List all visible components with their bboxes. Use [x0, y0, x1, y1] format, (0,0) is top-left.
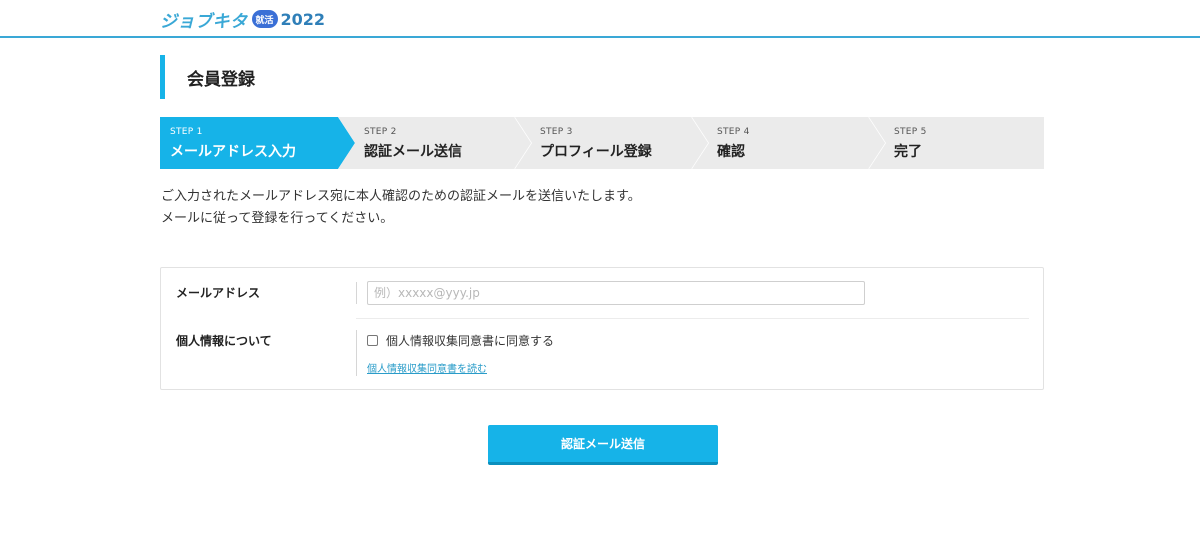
step-1-number: STEP 1 — [170, 127, 203, 137]
email-label: メールアドレス — [176, 286, 261, 300]
step-5-number: STEP 5 — [894, 127, 927, 137]
site-logo[interactable]: ジョブキタ 就活 2022 — [160, 8, 326, 32]
description: ご入力されたメールアドレス宛に本人確認のための認証メールを送信いたします。 メー… — [161, 186, 1045, 230]
step-3-number: STEP 3 — [540, 127, 573, 137]
privacy-row-separator — [356, 330, 357, 376]
step-1-label: メールアドレス入力 — [170, 144, 296, 160]
email-input[interactable] — [367, 281, 865, 305]
send-verification-email-button[interactable]: 認証メール送信 — [488, 425, 718, 465]
email-row-separator — [356, 282, 357, 304]
step-2-label: 認証メール送信 — [364, 144, 462, 160]
form-row-divider — [356, 318, 1029, 319]
registration-form: メールアドレス 個人情報について 個人情報収集同意書に同意する 個人情報収集同意… — [160, 267, 1044, 390]
privacy-label: 個人情報について — [176, 334, 272, 348]
description-line-2: メールに従って登録を行ってください。 — [161, 211, 394, 226]
site-header: ジョブキタ 就活 2022 — [0, 0, 1200, 38]
step-5: STEP 5 完了 — [869, 117, 1044, 169]
logo-year: 2022 — [280, 9, 326, 29]
step-2: STEP 2 認証メール送信 — [338, 117, 533, 169]
step-4-label: 確認 — [717, 144, 745, 160]
step-5-label: 完了 — [894, 144, 922, 160]
step-3-label: プロフィール登録 — [540, 144, 652, 160]
description-line-1: ご入力されたメールアドレス宛に本人確認のための認証メールを送信いたします。 — [161, 189, 641, 204]
step-4-number: STEP 4 — [717, 127, 750, 137]
step-4: STEP 4 確認 — [692, 117, 887, 169]
step-3: STEP 3 プロフィール登録 — [515, 117, 710, 169]
step-2-number: STEP 2 — [364, 127, 397, 137]
page-title: 会員登録 — [187, 69, 255, 90]
agree-text: 個人情報収集同意書に同意する — [386, 334, 555, 348]
agree-checkbox-row[interactable]: 個人情報収集同意書に同意する — [367, 332, 554, 349]
read-agreement-link[interactable]: 個人情報収集同意書を読む — [367, 360, 487, 375]
step-progress: STEP 1 メールアドレス入力 STEP 2 認証メール送信 STEP 3 プ… — [160, 117, 1044, 169]
page-title-block: 会員登録 — [160, 55, 255, 99]
step-1: STEP 1 メールアドレス入力 — [160, 117, 355, 169]
agree-checkbox[interactable] — [367, 335, 378, 346]
logo-badge: 就活 — [251, 10, 278, 28]
logo-text: ジョブキタ — [160, 11, 248, 32]
